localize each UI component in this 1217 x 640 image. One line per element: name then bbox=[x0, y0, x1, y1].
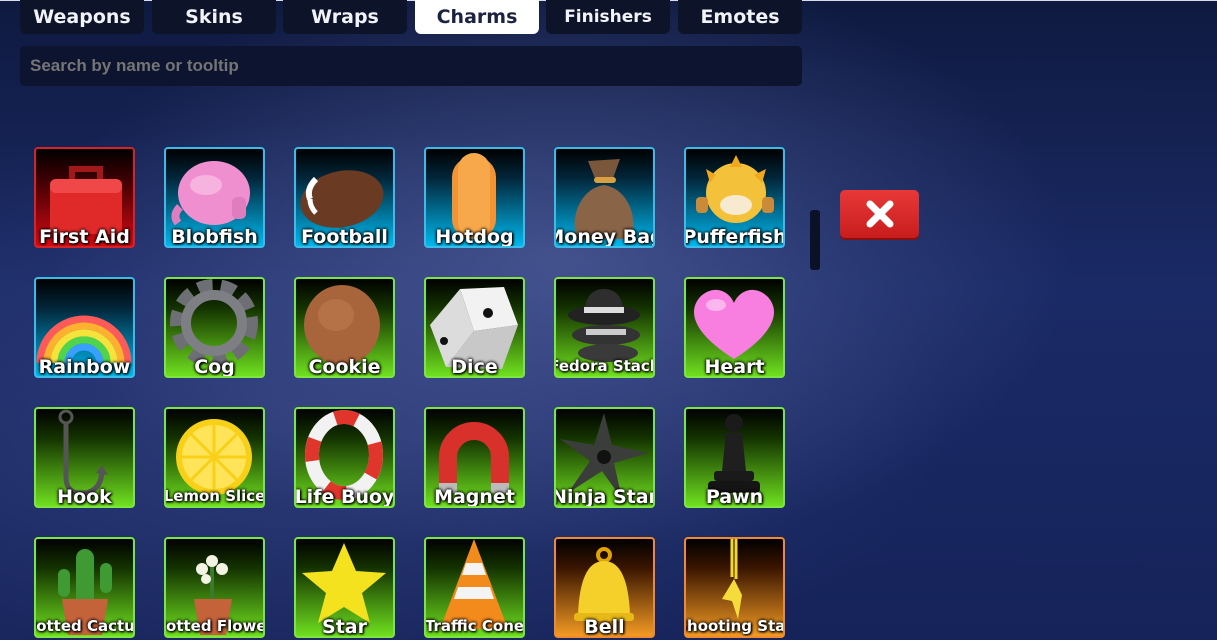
charm-tile-potted-cactus[interactable]: Potted Cactus bbox=[34, 537, 135, 638]
charm-tile-pawn[interactable]: Pawn bbox=[684, 407, 785, 508]
charm-label: Football bbox=[301, 226, 388, 248]
charm-label: Bell bbox=[584, 616, 625, 638]
charm-tile-lemon-slice[interactable]: Lemon Slice bbox=[164, 407, 265, 508]
charm-label: Rainbow bbox=[38, 356, 131, 378]
tab-wraps[interactable]: Wraps bbox=[283, 0, 407, 34]
tab-charms[interactable]: Charms bbox=[415, 0, 539, 34]
charm-tile-star[interactable]: Star bbox=[294, 537, 395, 638]
charm-label: Pawn bbox=[705, 486, 764, 508]
charm-tile-dice[interactable]: Dice bbox=[424, 277, 525, 378]
charm-tile-football[interactable]: Football bbox=[294, 147, 395, 248]
charm-tile-ninja-star[interactable]: Ninja Star bbox=[554, 407, 655, 508]
charm-tile-cog[interactable]: Cog bbox=[164, 277, 265, 378]
charm-label: Cog bbox=[194, 356, 235, 378]
charm-tile-hotdog[interactable]: Hotdog bbox=[424, 147, 525, 248]
charm-label: Lemon Slice bbox=[164, 487, 265, 505]
charm-label: Fedora Stack bbox=[554, 357, 655, 375]
charm-label: Magnet bbox=[434, 486, 515, 508]
charm-tile-rainbow[interactable]: Rainbow bbox=[34, 277, 135, 378]
search-input[interactable] bbox=[20, 46, 802, 86]
charm-label: Cookie bbox=[308, 356, 381, 378]
charm-label: Life Buoy bbox=[294, 486, 395, 508]
close-button[interactable] bbox=[840, 190, 919, 238]
tab-finishers[interactable]: Finishers bbox=[546, 0, 670, 34]
charm-label: Money Bag bbox=[556, 226, 653, 248]
charm-label: Ninja Star bbox=[554, 486, 655, 508]
charm-tile-traffic-cone[interactable]: Traffic Cone bbox=[424, 537, 525, 638]
charm-label: Potted Cactus bbox=[36, 617, 135, 635]
charm-label: Potted Flower bbox=[166, 617, 263, 635]
charm-tile-heart[interactable]: Heart bbox=[684, 277, 785, 378]
charm-tile-potted-flower[interactable]: Potted Flower bbox=[164, 537, 265, 638]
charm-label: Star bbox=[322, 616, 367, 638]
close-icon bbox=[866, 200, 893, 228]
grid-scrollbar[interactable] bbox=[810, 210, 820, 270]
charm-label: Pufferfish bbox=[684, 226, 785, 248]
charm-tile-magnet[interactable]: Magnet bbox=[424, 407, 525, 508]
charm-tile-money-bag[interactable]: Money Bag bbox=[554, 147, 655, 248]
charm-tile-fedora-stack[interactable]: Fedora Stack bbox=[554, 277, 655, 378]
charm-tile-blobfish[interactable]: Blobfish bbox=[164, 147, 265, 248]
charm-tile-shooting-star[interactable]: Shooting Star bbox=[684, 537, 785, 638]
charm-tile-first-aid[interactable]: First Aid bbox=[34, 147, 135, 248]
charm-label: Shooting Star bbox=[686, 617, 785, 635]
charm-label: Hotdog bbox=[435, 226, 514, 248]
charm-label: Heart bbox=[704, 356, 765, 378]
charm-label: Traffic Cone bbox=[424, 617, 525, 635]
charm-label: Dice bbox=[451, 356, 498, 378]
charm-tile-pufferfish[interactable]: Pufferfish bbox=[684, 147, 785, 248]
charm-label: First Aid bbox=[39, 226, 130, 248]
charm-label: Hook bbox=[57, 486, 112, 508]
tab-emotes[interactable]: Emotes bbox=[678, 0, 802, 34]
charm-tile-hook[interactable]: Hook bbox=[34, 407, 135, 508]
charm-tile-bell[interactable]: Bell bbox=[554, 537, 655, 638]
tab-skins[interactable]: Skins bbox=[152, 0, 276, 34]
tab-weapons[interactable]: Weapons bbox=[20, 0, 144, 34]
charm-tile-life-buoy[interactable]: Life Buoy bbox=[294, 407, 395, 508]
charm-label: Blobfish bbox=[171, 226, 258, 248]
charm-tile-cookie[interactable]: Cookie bbox=[294, 277, 395, 378]
